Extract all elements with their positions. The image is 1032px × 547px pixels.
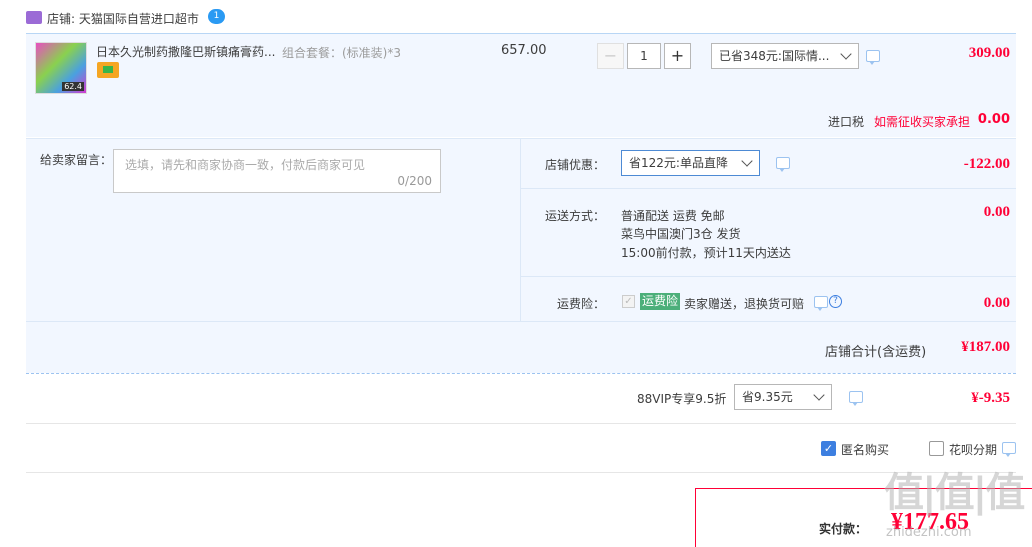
shipping-label: 运送方式： — [545, 209, 606, 223]
insurance-label: 运费险： — [557, 297, 606, 311]
divider — [521, 188, 1016, 189]
message-label: 给卖家留言： — [40, 153, 113, 167]
vip-value: ¥-9.35 — [971, 390, 1010, 406]
divider — [521, 276, 1016, 277]
chevron-down-icon — [741, 155, 753, 167]
product-sku: 组合套餐：(标准装)*3 — [282, 46, 401, 60]
chat-icon[interactable] — [866, 50, 880, 65]
shop-total-value: ¥187.00 — [961, 339, 1010, 355]
unit-price: 657.00 — [501, 43, 547, 58]
chat-icon[interactable] — [1002, 442, 1016, 457]
insurance-value: 0.00 — [983, 295, 1010, 311]
import-tax-label: 进口税 — [828, 115, 865, 129]
watermark-logo: 值|值|值 — [884, 470, 1025, 516]
divider — [26, 423, 1016, 424]
panel-vertical-divider — [520, 138, 521, 322]
shop-discount-select[interactable]: 省122元:单品直降 — [621, 150, 760, 176]
product-title[interactable]: 日本久光制药撒隆巴斯镇痛膏药... — [96, 43, 275, 60]
item-discount-select-value: 已省348元:国际情... — [719, 49, 830, 63]
product-image[interactable]: 62.4 — [35, 42, 87, 94]
quantity-input[interactable]: 1 — [627, 43, 661, 69]
anonymous-checkbox[interactable]: ✓ — [821, 441, 836, 456]
shipping-value: 0.00 — [983, 204, 1010, 220]
vip-discount-select[interactable]: 省9.35元 — [734, 384, 832, 410]
insurance-tag: 运费险 — [640, 293, 681, 310]
shipping-method: 普通配送 运费 免邮 — [621, 209, 725, 223]
dashed-divider — [26, 373, 1016, 374]
vip-label: 88VIP专享9.5折 — [637, 392, 727, 406]
quantity-increase-button[interactable]: + — [664, 43, 691, 69]
vip-discount-select-value: 省9.35元 — [742, 390, 793, 404]
shop-discount-label: 店铺优惠： — [545, 158, 606, 172]
watermark-url: zhidezhi.com — [886, 525, 972, 540]
divider — [26, 472, 1016, 473]
shop-total-label: 店铺合计(含运费) — [825, 345, 927, 360]
item-subtotal: 309.00 — [968, 45, 1010, 61]
divider — [26, 321, 1016, 322]
insurance-text: 卖家赠送，退换货可赔 — [684, 297, 805, 311]
insurance-checkbox: ✓ — [622, 295, 635, 308]
shipping-warehouse: 菜鸟中国澳门3仓 发货 — [621, 227, 741, 241]
shop-discount-select-value: 省122元:单品直降 — [629, 156, 728, 170]
installment-checkbox[interactable] — [929, 441, 944, 456]
shop-discount-value: -122.00 — [963, 156, 1010, 172]
chevron-down-icon — [840, 48, 852, 60]
payment-label: 实付款： — [819, 522, 868, 536]
chat-icon[interactable] — [814, 296, 828, 311]
chat-icon[interactable] — [776, 157, 790, 172]
import-tax-value: 0.00 — [977, 112, 1010, 127]
message-counter: 0/200 — [397, 174, 432, 188]
shipping-eta: 15:00前付款，预计11天内送达 — [621, 246, 791, 260]
installment-label[interactable]: 花呗分期 — [949, 441, 997, 458]
quantity-decrease-button[interactable]: − — [597, 43, 624, 69]
chevron-down-icon — [813, 389, 825, 401]
shop-name[interactable]: 店铺: 天猫国际自营进口超市 — [47, 10, 199, 27]
wangwang-icon[interactable]: 1 — [208, 9, 225, 24]
shop-icon — [26, 11, 42, 24]
anonymous-label[interactable]: 匿名购买 — [841, 441, 889, 458]
service-icon — [97, 62, 119, 78]
help-icon[interactable]: ? — [829, 295, 842, 308]
product-image-badge: 62.4 — [62, 82, 84, 91]
message-textarea[interactable]: 选填，请先和商家协商一致，付款后商家可见 0/200 — [113, 149, 441, 193]
import-tax-note: 如需征收买家承担 — [874, 115, 971, 129]
item-discount-select[interactable]: 已省348元:国际情... — [711, 43, 859, 69]
chat-icon[interactable] — [849, 391, 863, 406]
message-placeholder: 选填，请先和商家协商一致，付款后商家可见 — [125, 158, 366, 172]
